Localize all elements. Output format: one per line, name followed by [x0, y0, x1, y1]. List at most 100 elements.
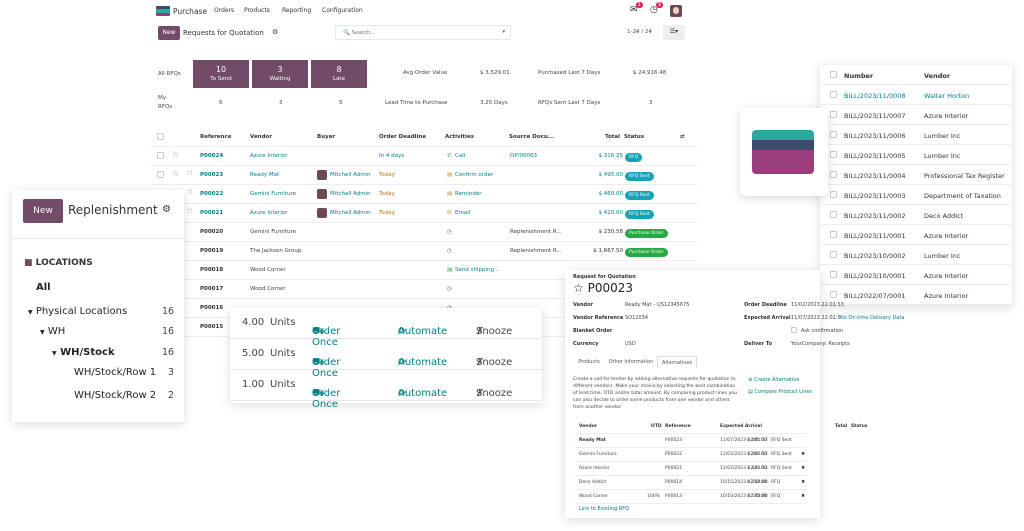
row-checkbox[interactable] — [830, 171, 837, 178]
bill-row[interactable]: BILL/2022/07/0001 Azure Interior — [820, 285, 1012, 305]
location-row-2[interactable]: WH/Stock/Row 2 — [74, 390, 156, 401]
app-name[interactable]: Purchase — [173, 7, 207, 16]
arrival-field[interactable]: 11/07/2023 22:01:5 — [791, 315, 841, 321]
col-status[interactable]: Status — [624, 134, 644, 140]
menu-reporting[interactable]: Reporting — [282, 7, 311, 14]
rfq-reference[interactable]: P00018 — [200, 267, 223, 273]
menu-products[interactable]: Products — [244, 7, 270, 14]
activity-clock-icon[interactable]: ◷ — [447, 248, 452, 254]
view-switcher[interactable]: ☰▾ — [663, 25, 685, 40]
activity-label[interactable]: Email — [455, 210, 470, 216]
rfq-reference[interactable]: P00017 — [200, 286, 223, 292]
tab-other-information[interactable]: Other Information — [607, 356, 655, 368]
col-order-deadline[interactable]: Order Deadline — [379, 134, 426, 140]
ask-confirmation-checkbox[interactable] — [791, 327, 797, 333]
copy-icon[interactable]: ❐ — [187, 209, 192, 215]
rfq-reference[interactable]: P00021 — [200, 210, 223, 216]
search-options-toggle[interactable]: ▾ — [502, 29, 505, 35]
location-row-1[interactable]: WH/Stock/Row 1 — [74, 367, 156, 378]
row-checkbox[interactable] — [830, 151, 837, 158]
row-checkbox[interactable] — [830, 271, 837, 278]
remove-icon[interactable]: ✖ — [801, 452, 805, 457]
alternative-row[interactable]: Wood Corner 100% P00013 10/10/2023 02:00:00… — [575, 490, 807, 504]
remove-icon[interactable]: ✖ — [801, 480, 805, 485]
col-source[interactable]: Source Docu... — [509, 134, 554, 140]
bill-row[interactable]: BILL/2023/11/0005 Lumber Inc — [820, 145, 1012, 165]
activity-clock-icon[interactable]: ◷ — [447, 229, 452, 235]
table-row[interactable]: ☆❐P00022Gemini FurnitureMitchell AdminTo… — [150, 185, 698, 204]
row-checkbox[interactable] — [830, 191, 837, 198]
purchase-app-icon[interactable] — [156, 6, 170, 16]
select-all-checkbox[interactable] — [157, 133, 164, 140]
phone-icon[interactable]: ✆ — [447, 153, 452, 159]
row-checkbox[interactable] — [157, 171, 164, 178]
bill-row[interactable]: BILL/2023/11/0002 Deco Addict — [820, 205, 1012, 225]
deliver-field[interactable]: YourCompany: Receipts — [791, 341, 850, 347]
col-buyer[interactable]: Buyer — [317, 134, 335, 140]
new-button[interactable]: New — [158, 26, 180, 40]
table-row[interactable]: ☆❐P00021Azure InteriorMitchell AdminToda… — [150, 204, 698, 223]
gear-icon[interactable]: ⚙ — [272, 28, 278, 36]
bill-row[interactable]: BILL/2023/11/0003 Department of Taxation — [820, 185, 1012, 205]
alternative-row[interactable]: Gemini Furniture P00022 11/02/2023 22:01:5… — [575, 448, 807, 462]
tab-alternatives[interactable]: Alternatives — [657, 356, 697, 368]
messages-icon[interactable]: ✉ 1 — [630, 2, 643, 15]
menu-configuration[interactable]: Configuration — [322, 7, 363, 14]
location-all[interactable]: All — [36, 282, 51, 293]
my-to-send[interactable]: 6 — [219, 100, 223, 106]
optional-columns-icon[interactable]: ⇄ — [680, 134, 685, 140]
location-wh[interactable]: ▼ WH — [40, 326, 65, 337]
activity-label[interactable]: Confirm order — [455, 172, 493, 178]
table-row[interactable]: ☆ ❐ P00023 Ready Mat Mitchell Admin Today ▤ Con… — [150, 166, 698, 185]
rfq-reference[interactable]: P00015 — [200, 324, 223, 330]
tab-products[interactable]: Products — [573, 356, 605, 368]
star-icon[interactable]: ☆ — [172, 150, 179, 159]
bill-row[interactable]: BILL/2023/11/0006 Lumber Inc — [820, 125, 1012, 145]
menu-orders[interactable]: Orders — [214, 7, 234, 14]
remove-icon[interactable]: ✖ — [801, 494, 805, 499]
table-row[interactable]: P00020 Gemini Furniture ◷ Replenishment R..… — [150, 223, 698, 242]
activity-clock-icon[interactable]: ◷ — [447, 286, 452, 292]
row-checkbox[interactable] — [830, 251, 837, 258]
row-checkbox[interactable] — [830, 91, 837, 98]
bill-row[interactable]: BILL/2023/11/0007 Azure Interior — [820, 105, 1012, 125]
row-checkbox[interactable] — [830, 131, 837, 138]
activity-label[interactable]: Reminder — [455, 191, 481, 197]
create-alternative-button[interactable]: ⊕ Create Alternative — [748, 377, 799, 383]
search-input[interactable]: 🔍 Search... ▾ — [335, 25, 511, 40]
no-ontime-link[interactable]: No On-time Delivery Data — [840, 315, 904, 321]
star-icon[interactable]: ☆ — [573, 281, 584, 295]
location-wh-stock[interactable]: ▼ WH/Stock — [52, 347, 115, 358]
select-all-checkbox[interactable] — [830, 71, 837, 78]
user-avatar[interactable] — [670, 5, 682, 17]
kpi-to-send[interactable]: 10 To Send — [193, 60, 249, 88]
row-checkbox[interactable] — [830, 111, 837, 118]
rfq-reference[interactable]: P00022 — [200, 191, 223, 197]
location-physical[interactable]: ▼ Physical Locations — [28, 306, 127, 317]
copy-icon[interactable]: ❐ — [187, 171, 192, 177]
alternative-row[interactable]: Deco Addict P00014 10/15/2023 02:00:00 $ 55… — [575, 476, 807, 490]
rfq-reference[interactable]: P00024 — [200, 153, 223, 159]
activity-label[interactable]: Send shipping... — [455, 267, 499, 273]
kpi-late[interactable]: 8 Late — [311, 60, 367, 88]
rfq-reference[interactable]: P00016 — [200, 305, 223, 311]
col-reference[interactable]: Reference — [200, 134, 231, 140]
gear-icon[interactable]: ⚙ — [162, 204, 171, 215]
bill-row[interactable]: BILL/2023/11/0008 Walter Horton — [820, 85, 1012, 105]
my-late[interactable]: 5 — [339, 100, 343, 106]
todo-icon[interactable]: ▤ — [447, 191, 452, 197]
col-activities[interactable]: Activities — [445, 134, 474, 140]
my-waiting[interactable]: 3 — [279, 100, 283, 106]
row-checkbox[interactable] — [830, 231, 837, 238]
link-existing-rfq[interactable]: Link to Existing RFQ — [579, 506, 629, 512]
bill-row[interactable]: BILL/2023/11/0001 Azure Interior — [820, 225, 1012, 245]
col-vendor[interactable]: Vendor — [250, 134, 272, 140]
vendor-field[interactable]: Ready Mat – US12345675 — [625, 302, 689, 308]
row-checkbox[interactable] — [830, 211, 837, 218]
bill-row[interactable]: BILL/2023/10/0001 Azure Interior — [820, 265, 1012, 285]
table-row[interactable]: P00019 The Jackson Group ◷ Replenishment R.… — [150, 242, 698, 261]
bill-row[interactable]: BILL/2023/11/0004 Professional Tax Regist… — [820, 165, 1012, 185]
email-icon[interactable]: ✉ — [447, 210, 452, 216]
table-row[interactable]: ☆ P00024 Azure Interior In 4 days ✆ Call OP/00… — [150, 147, 698, 166]
todo-icon[interactable]: ▤ — [447, 172, 452, 178]
